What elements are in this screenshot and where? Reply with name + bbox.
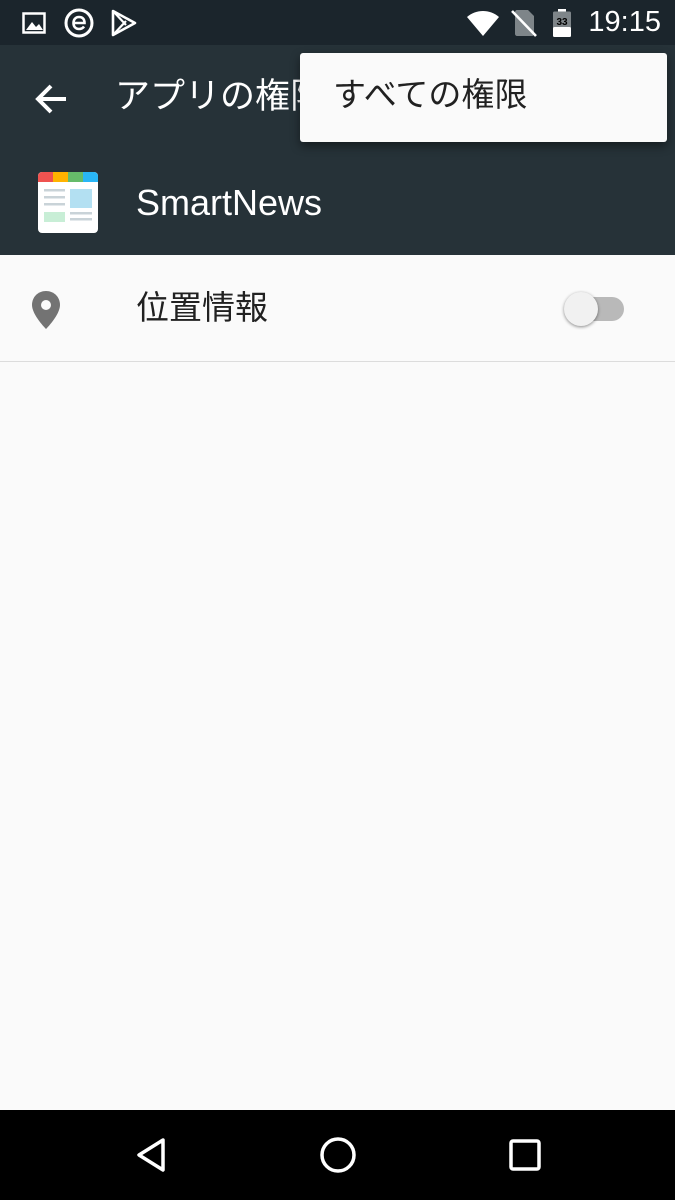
location-permission-switch[interactable] [562,289,626,329]
image-icon [22,12,46,34]
navigation-bar [0,1110,675,1200]
switch-thumb [564,292,598,326]
wifi-icon [467,11,499,36]
smartnews-app-icon [38,172,98,233]
app-name: SmartNews [136,182,323,223]
play-store-icon [111,9,137,37]
permission-label: 位置情報 [136,288,268,327]
recents-square-icon[interactable] [502,1132,548,1178]
overflow-menu: すべての権限 [300,53,667,142]
home-circle-icon[interactable] [315,1132,361,1178]
back-triangle-icon[interactable] [128,1132,174,1178]
e-icon [64,8,94,38]
battery-level: 33 [556,17,568,28]
menu-item-all-permissions[interactable]: すべての権限 [333,72,527,118]
battery-icon: 33 [553,9,571,37]
arrow-back-icon[interactable] [26,73,78,125]
status-bar: 33 19:15 [0,0,675,45]
app-header: SmartNews [0,151,675,255]
clock-time: 19:15 [588,6,661,38]
no-sim-icon [511,10,537,37]
location-pin-icon [32,291,60,329]
page-title: アプリの権限 [115,77,326,117]
permission-row-location[interactable]: 位置情報 [0,255,675,362]
